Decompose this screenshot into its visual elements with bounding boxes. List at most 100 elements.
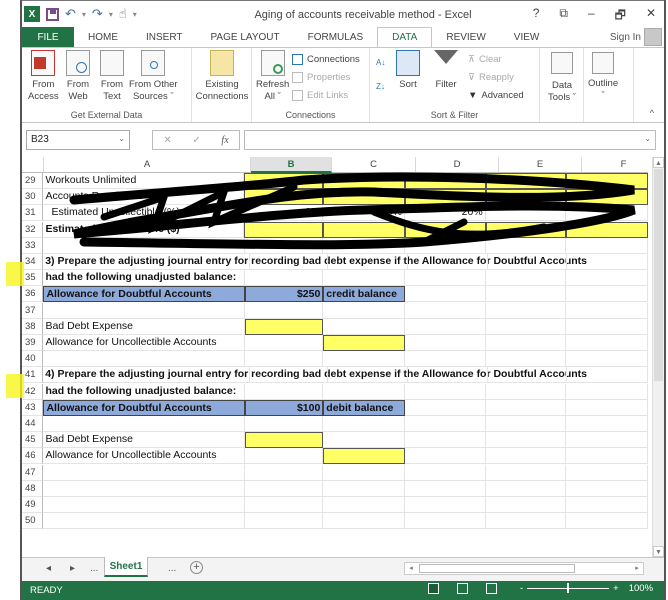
page-break-preview-icon[interactable]	[486, 583, 497, 594]
cell-e50[interactable]	[485, 513, 567, 530]
cell-b33[interactable]	[244, 237, 324, 254]
cell-e37[interactable]	[485, 302, 567, 319]
cell-a33[interactable]	[43, 237, 245, 254]
cell-d46[interactable]	[404, 448, 486, 465]
from-text-button[interactable]: From Text	[100, 50, 124, 103]
cell-b49[interactable]	[244, 497, 324, 513]
cell-a39[interactable]: Allowance for Uncollectible Accounts	[43, 335, 245, 351]
cell-f32[interactable]	[566, 221, 648, 238]
cell-b47[interactable]	[244, 464, 324, 481]
cell-d43[interactable]	[404, 399, 486, 416]
select-all-corner[interactable]	[22, 157, 44, 173]
scroll-down-icon[interactable]: ▼	[653, 546, 664, 557]
cell-a34[interactable]: 3) Prepare the adjusting journal entry f…	[43, 254, 587, 270]
cell-f45[interactable]	[566, 432, 648, 449]
cell-e47[interactable]	[485, 464, 567, 481]
zoom-level[interactable]: 100%	[629, 583, 653, 594]
cell-b43[interactable]: $100	[244, 399, 324, 416]
cell-c31[interactable]: 10%	[323, 205, 405, 222]
sign-in-label[interactable]: Sign In	[610, 32, 641, 43]
page-layout-view-icon[interactable]	[457, 583, 468, 594]
cell-f40[interactable]	[566, 351, 648, 368]
tab-insert[interactable]: INSERT	[132, 27, 197, 47]
cell-d29[interactable]	[404, 173, 486, 189]
cell-d39[interactable]	[404, 335, 486, 351]
connections-button[interactable]: Connections	[292, 54, 360, 65]
cell-e43[interactable]	[485, 399, 567, 416]
row-header[interactable]: 49	[22, 497, 44, 513]
horizontal-scroll-thumb[interactable]	[419, 564, 575, 573]
cell-f29[interactable]	[566, 173, 648, 189]
cell-c39[interactable]	[323, 335, 405, 351]
row-header[interactable]: 34	[22, 254, 44, 270]
refresh-all-button[interactable]: Refresh All ˇ	[256, 50, 289, 103]
tab-page-layout[interactable]: PAGE LAYOUT	[197, 27, 294, 47]
cell-c30[interactable]	[323, 189, 405, 206]
cell-a42[interactable]: had the following unadjusted balance:	[43, 383, 245, 400]
row-header[interactable]: 35	[22, 270, 44, 287]
cell-b42[interactable]	[244, 383, 324, 400]
zoom-out-button[interactable]: -	[520, 583, 523, 594]
cell-a29[interactable]: Workouts Unlimited	[43, 173, 245, 189]
cell-c50[interactable]	[323, 513, 405, 530]
cell-e38[interactable]	[485, 318, 567, 335]
tab-view[interactable]: VIEW	[500, 27, 554, 47]
column-header-f[interactable]: F	[582, 157, 648, 173]
cell-e42[interactable]	[485, 383, 567, 400]
cell-e31[interactable]	[485, 205, 567, 222]
cell-a35[interactable]: had the following unadjusted balance:	[43, 270, 245, 287]
cell-e29[interactable]	[485, 173, 567, 189]
cell-f31[interactable]	[566, 205, 648, 222]
cell-f49[interactable]	[566, 497, 648, 513]
cell-f46[interactable]	[566, 448, 648, 465]
cell-b45[interactable]	[244, 432, 324, 449]
zoom-slider-knob[interactable]	[567, 583, 570, 593]
next-sheet-icon[interactable]: ▸	[70, 563, 75, 574]
cell-f43[interactable]	[566, 399, 648, 416]
name-box-dropdown-icon[interactable]: ⌄	[118, 134, 125, 143]
normal-view-icon[interactable]	[428, 583, 439, 594]
cell-e46[interactable]	[485, 448, 567, 465]
insert-function-icon[interactable]: fx	[221, 135, 228, 146]
zoom-slider[interactable]	[527, 583, 610, 593]
row-header[interactable]: 42	[22, 383, 44, 400]
sheet-tab-sheet1[interactable]: Sheet1	[104, 557, 148, 577]
cell-d50[interactable]	[404, 513, 486, 530]
cell-c49[interactable]	[323, 497, 405, 513]
cell-d36[interactable]	[404, 286, 486, 303]
cell-b36[interactable]: $250	[244, 286, 324, 303]
cell-f41[interactable]	[567, 367, 648, 384]
sign-in[interactable]: Sign In	[610, 27, 662, 47]
cell-f38[interactable]	[566, 318, 648, 335]
cell-b30[interactable]	[244, 189, 324, 206]
cell-e33[interactable]	[485, 237, 567, 254]
cell-d30[interactable]	[404, 189, 486, 206]
cell-c38[interactable]	[323, 318, 405, 335]
cell-e39[interactable]	[485, 335, 567, 351]
cell-c37[interactable]	[323, 302, 405, 319]
row-header[interactable]: 40	[22, 351, 44, 368]
cell-a30[interactable]: Accounts Receivable	[43, 189, 245, 206]
cell-b41[interactable]	[250, 367, 328, 384]
cell-a47[interactable]	[43, 464, 245, 481]
cell-f39[interactable]	[566, 335, 648, 351]
cell-e41[interactable]	[487, 367, 568, 384]
cell-b50[interactable]	[244, 513, 324, 530]
column-header-c[interactable]: C	[332, 157, 416, 173]
name-box[interactable]: B23 ⌄	[26, 130, 130, 150]
cell-e32[interactable]	[485, 221, 567, 238]
cell-e44[interactable]	[485, 416, 567, 432]
cell-e36[interactable]	[485, 286, 567, 303]
cell-c36[interactable]: credit balance	[323, 286, 405, 303]
cell-a50[interactable]	[43, 513, 245, 530]
cell-e30[interactable]	[485, 189, 567, 206]
row-header[interactable]: 48	[22, 480, 44, 497]
cell-a43[interactable]: Allowance for Doubtful Accounts	[43, 399, 245, 416]
column-header-e[interactable]: E	[499, 157, 582, 173]
cell-a37[interactable]	[43, 302, 245, 319]
cell-a49[interactable]	[43, 497, 245, 513]
cell-c35[interactable]	[323, 270, 405, 287]
cell-a45[interactable]: Bad Debt Expense	[43, 432, 245, 449]
row-header[interactable]: 30	[22, 189, 44, 206]
cell-e40[interactable]	[485, 351, 567, 368]
